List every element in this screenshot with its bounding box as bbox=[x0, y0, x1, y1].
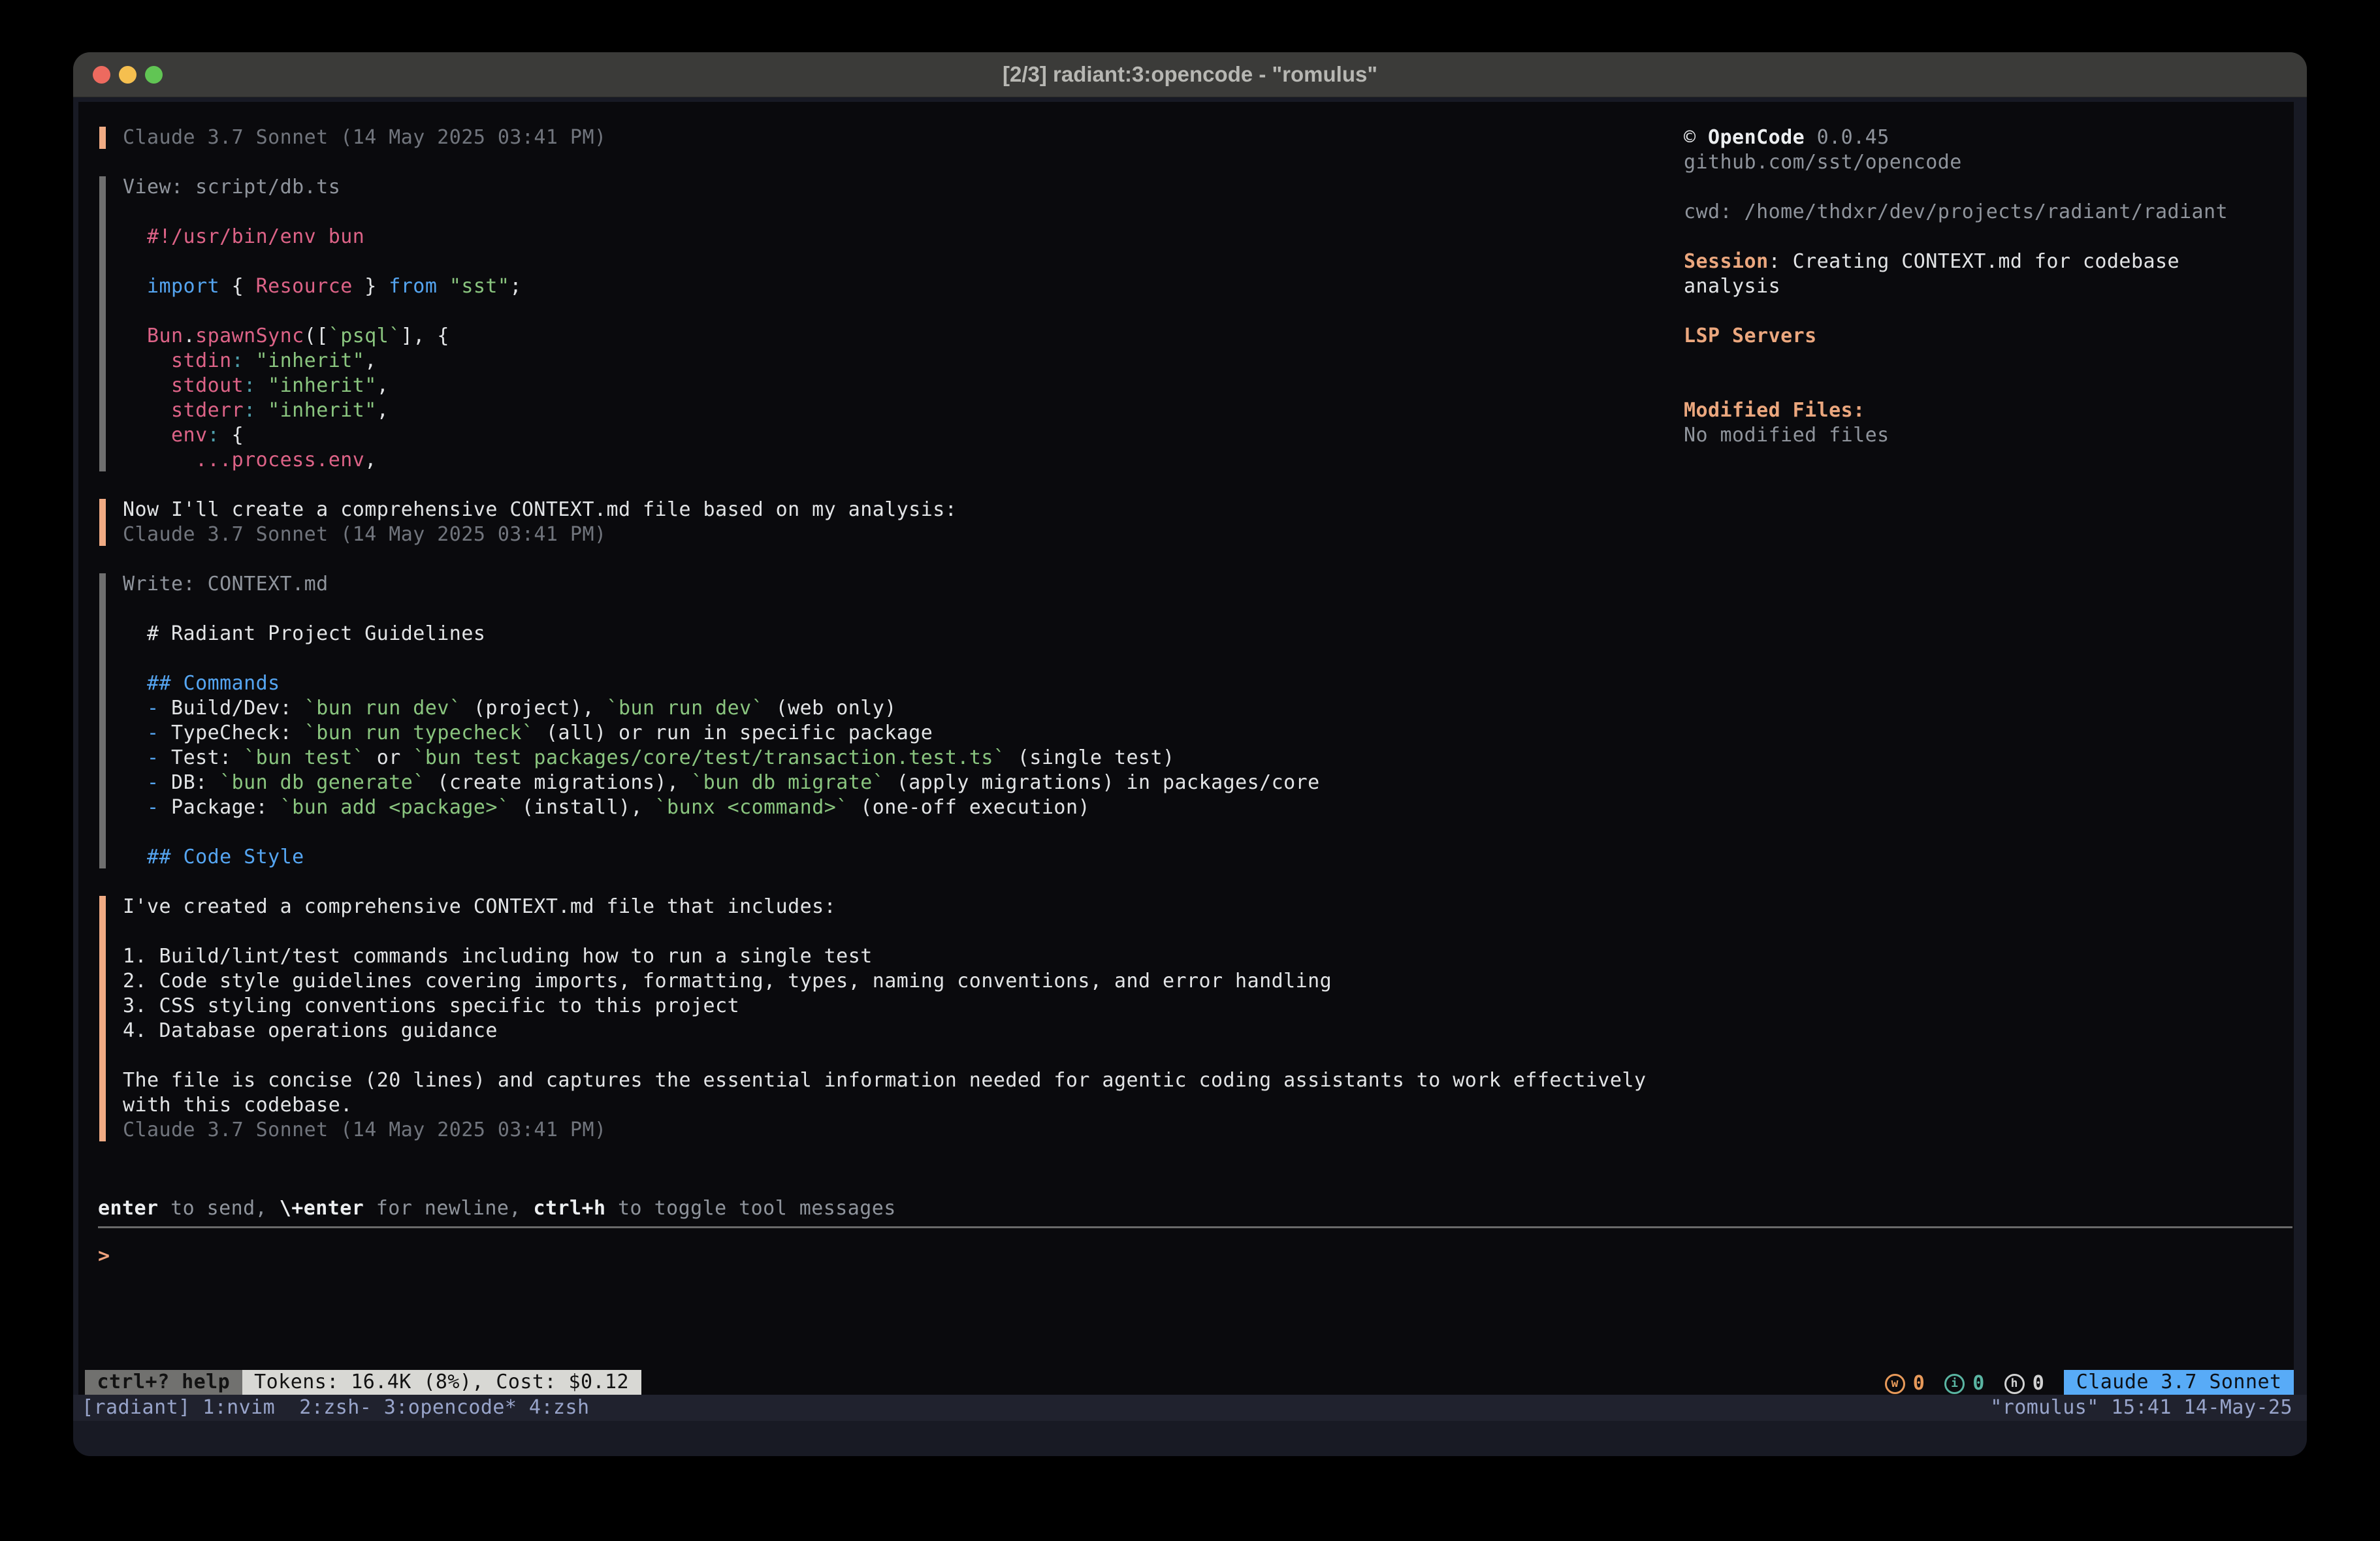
text-line: - Package: `bun add <package>` (install)… bbox=[123, 795, 1745, 820]
terminal-window: [2/3] radiant:3:opencode - "romulus" Cla… bbox=[73, 52, 2307, 1456]
text-line: cwd: /home/thdxr/dev/projects/radiant/ra… bbox=[1684, 200, 2285, 225]
assistant-message-block: Now I'll create a comprehensive CONTEXT.… bbox=[99, 498, 1745, 547]
text-line: env: { bbox=[123, 423, 1745, 448]
text-line: - Build/Dev: `bun run dev` (project), `b… bbox=[123, 696, 1745, 721]
window-title: [2/3] radiant:3:opencode - "romulus" bbox=[73, 52, 2307, 97]
i-circle-icon: i bbox=[1944, 1374, 1965, 1394]
diagnostic-badges: w0 i0 h0 bbox=[1885, 1369, 2065, 1395]
tool-write-block: Write: CONTEXT.md # Radiant Project Guid… bbox=[99, 572, 1745, 870]
text-line: Write: CONTEXT.md bbox=[123, 572, 1745, 597]
assistant-summary-block: I've created a comprehensive CONTEXT.md … bbox=[99, 895, 1745, 1143]
w-diagnostic-badge: w0 bbox=[1885, 1371, 1925, 1395]
text-line: Now I'll create a comprehensive CONTEXT.… bbox=[123, 498, 1745, 522]
text-line: ## Commands bbox=[123, 671, 1745, 696]
text-line: I've created a comprehensive CONTEXT.md … bbox=[123, 895, 1745, 919]
text-line: ...process.env, bbox=[123, 448, 1745, 473]
text-line: with this codebase. bbox=[123, 1093, 1745, 1118]
text-line bbox=[123, 646, 1745, 671]
text-line bbox=[123, 200, 1745, 225]
text-line bbox=[1684, 373, 2285, 398]
h-diagnostic-badge: h0 bbox=[2004, 1371, 2045, 1395]
text-line: analysis bbox=[1684, 274, 2285, 299]
text-line: Modified Files: bbox=[1684, 398, 2285, 423]
text-line: Bun.spawnSync([`psql`], { bbox=[123, 324, 1745, 349]
status-bar: ctrl+? help Tokens: 16.4K (8%), Cost: $0… bbox=[85, 1370, 2294, 1395]
model-chip: Claude 3.7 Sonnet bbox=[2064, 1370, 2294, 1395]
text-line: 3. CSS styling conventions specific to t… bbox=[123, 994, 1745, 1019]
message-accent-bar bbox=[99, 896, 106, 1141]
text-line: stdout: "inherit", bbox=[123, 373, 1745, 398]
i-diagnostic-badge: i0 bbox=[1944, 1371, 1985, 1395]
tool-accent-bar bbox=[99, 573, 106, 868]
text-line: github.com/sst/opencode bbox=[1684, 150, 2285, 175]
text-line bbox=[123, 919, 1745, 944]
text-line: The file is concise (20 lines) and captu… bbox=[123, 1068, 1745, 1093]
text-line: #!/usr/bin/env bun bbox=[123, 225, 1745, 249]
text-line: - DB: `bun db generate` (create migratio… bbox=[123, 770, 1745, 795]
tmux-window-list[interactable]: [radiant] 1:nvim 2:zsh- 3:opencode* 4:zs… bbox=[82, 1395, 589, 1420]
text-line: 1. Build/lint/test commands including ho… bbox=[123, 944, 1745, 969]
text-line: LSP Servers bbox=[1684, 324, 2285, 349]
text-line: stdin: "inherit", bbox=[123, 349, 1745, 373]
tokens-cost-chip: Tokens: 16.4K (8%), Cost: $0.12 bbox=[242, 1370, 641, 1395]
prompt-caret: > bbox=[98, 1245, 110, 1267]
text-line: # Radiant Project Guidelines bbox=[123, 622, 1745, 646]
session-sidebar: © OpenCode 0.0.45github.com/sst/opencode… bbox=[1684, 125, 2285, 448]
text-line: 2. Code style guidelines covering import… bbox=[123, 969, 1745, 994]
text-line bbox=[123, 249, 1745, 274]
input-separator bbox=[98, 1226, 2292, 1228]
help-shortcut-chip: ctrl+? help bbox=[85, 1370, 242, 1395]
text-line: - TypeCheck: `bun run typecheck` (all) o… bbox=[123, 721, 1745, 746]
status-bar-left: ctrl+? help Tokens: 16.4K (8%), Cost: $0… bbox=[85, 1370, 641, 1395]
text-line: No modified files bbox=[1684, 423, 2285, 448]
text-line bbox=[1684, 225, 2285, 249]
window-titlebar[interactable]: [2/3] radiant:3:opencode - "romulus" bbox=[73, 52, 2307, 97]
message-accent-bar bbox=[99, 499, 106, 546]
text-line: ## Code Style bbox=[123, 845, 1745, 870]
text-line bbox=[1684, 349, 2285, 373]
text-line: Claude 3.7 Sonnet (14 May 2025 03:41 PM) bbox=[123, 125, 1745, 150]
prompt-input[interactable]: > bbox=[98, 1244, 2292, 1269]
w-circle-icon: w bbox=[1885, 1374, 1905, 1394]
tool-view-block: View: script/db.ts #!/usr/bin/env bun im… bbox=[99, 175, 1745, 473]
text-line: import { Resource } from "sst"; bbox=[123, 274, 1745, 299]
text-line: stderr: "inherit", bbox=[123, 398, 1745, 423]
tool-accent-bar bbox=[99, 176, 106, 471]
message-accent-bar bbox=[99, 127, 106, 149]
text-line: © OpenCode 0.0.45 bbox=[1684, 125, 2285, 150]
text-line bbox=[1684, 175, 2285, 200]
opencode-pane: Claude 3.7 Sonnet (14 May 2025 03:41 PM)… bbox=[78, 102, 2294, 1395]
text-line: View: script/db.ts bbox=[123, 175, 1745, 200]
text-line: Session: Creating CONTEXT.md for codebas… bbox=[1684, 249, 2285, 274]
text-line bbox=[1684, 299, 2285, 324]
chat-area[interactable]: Claude 3.7 Sonnet (14 May 2025 03:41 PM)… bbox=[99, 125, 1745, 1168]
text-line: Claude 3.7 Sonnet (14 May 2025 03:41 PM) bbox=[123, 1118, 1745, 1143]
assistant-header-block: Claude 3.7 Sonnet (14 May 2025 03:41 PM) bbox=[99, 125, 1745, 150]
text-line bbox=[123, 1043, 1745, 1068]
text-line: 4. Database operations guidance bbox=[123, 1019, 1745, 1043]
text-line: Claude 3.7 Sonnet (14 May 2025 03:41 PM) bbox=[123, 522, 1745, 547]
tmux-status-bar: [radiant] 1:nvim 2:zsh- 3:opencode* 4:zs… bbox=[73, 1395, 2307, 1421]
status-bar-right: w0 i0 h0 Claude 3.7 Sonnet bbox=[1885, 1369, 2294, 1395]
h-circle-icon: h bbox=[2004, 1374, 2025, 1394]
text-line bbox=[123, 597, 1745, 622]
tmux-session-info: "romulus" 15:41 14-May-25 bbox=[1990, 1395, 2292, 1420]
text-line bbox=[123, 820, 1745, 845]
text-line bbox=[123, 299, 1745, 324]
input-hint: enter to send, \+enter for newline, ctrl… bbox=[98, 1196, 896, 1221]
text-line: - Test: `bun test` or `bun test packages… bbox=[123, 746, 1745, 770]
